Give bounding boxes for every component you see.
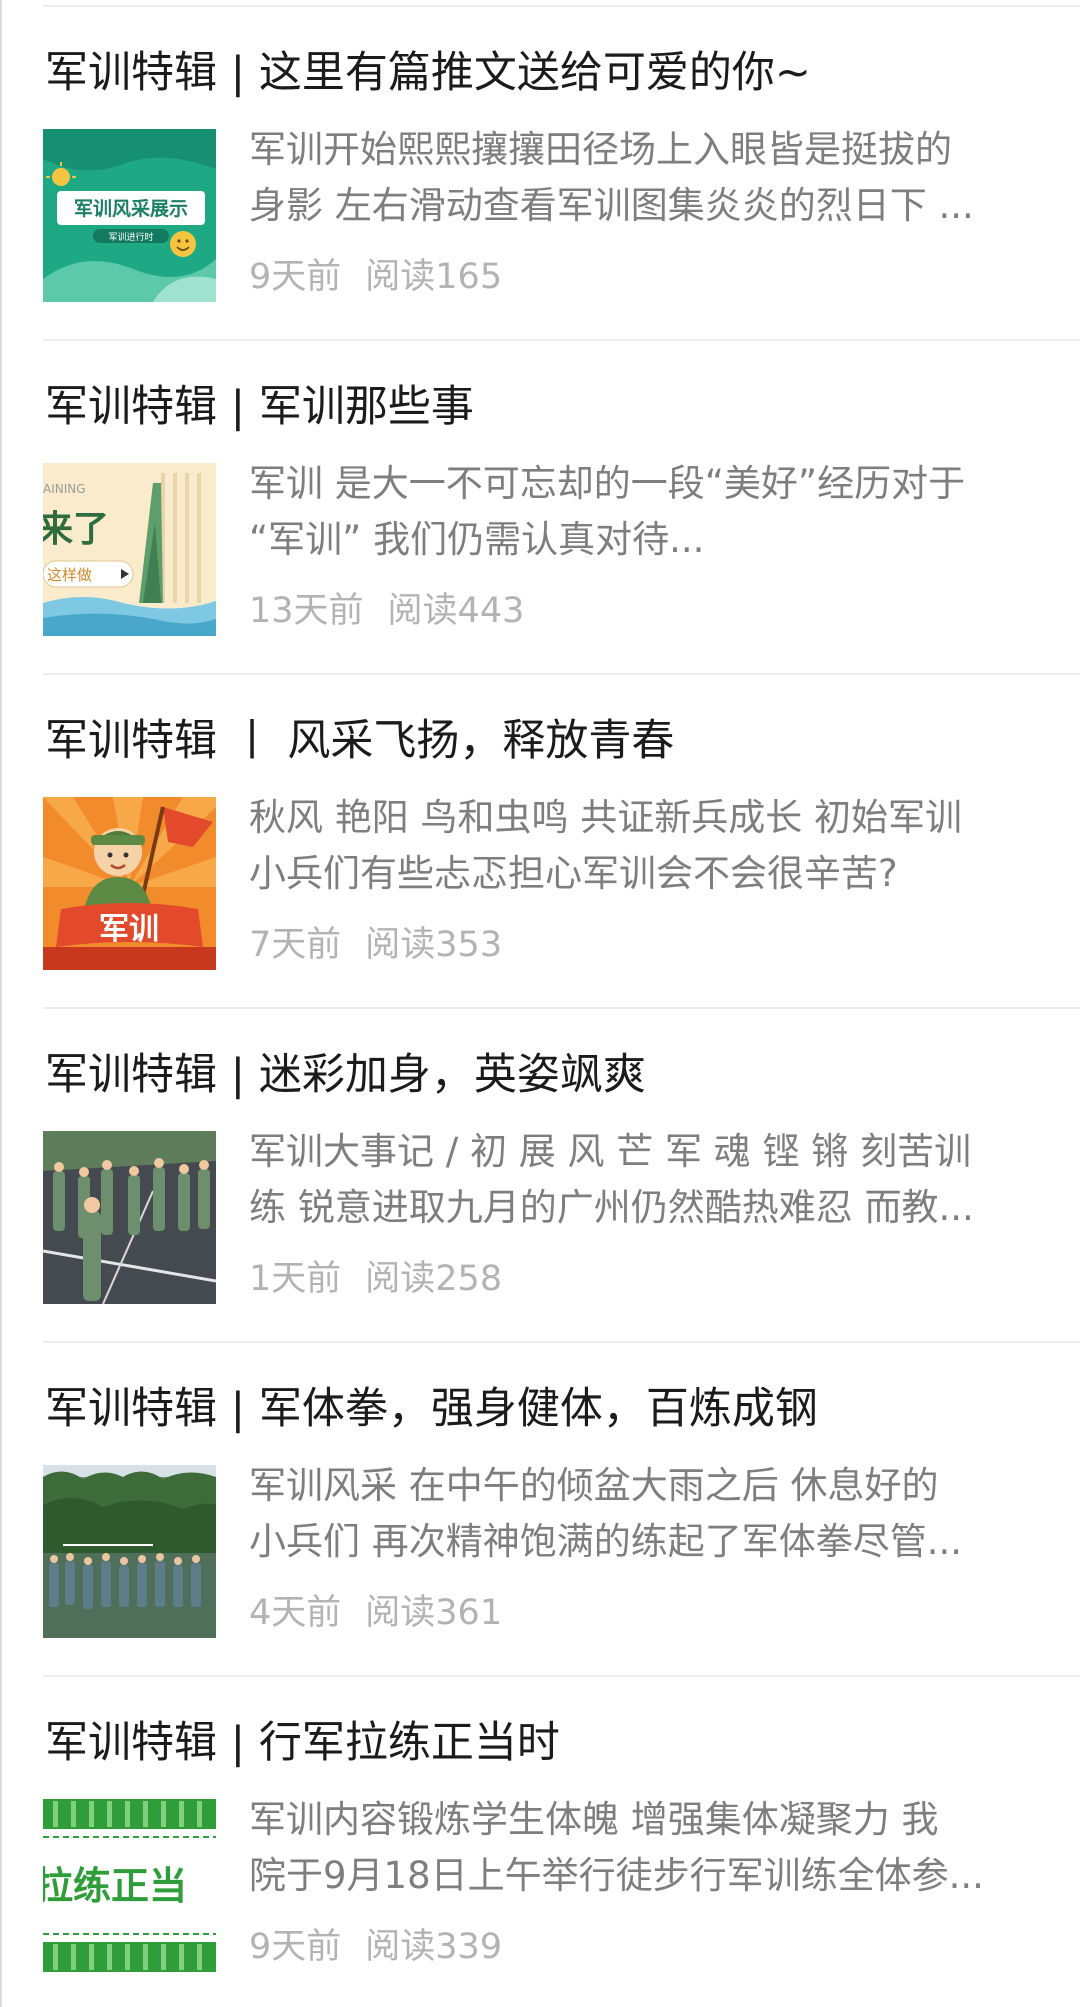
article-thumbnail[interactable]: [43, 1131, 216, 1304]
summary-line: “军训” 我们仍需认真对待...: [249, 518, 705, 561]
article-summary[interactable]: 军训 是大一不可忘却的一段“美好”经历对于 “军训” 我们仍需认真对待...: [249, 456, 1039, 568]
article-list-page: 军训特辑 | 这里有篇推文送给可爱的你~ 军训风采展示 军训进行时 军训开始熙熙…: [0, 0, 1080, 2007]
publish-time: 9天前: [249, 1927, 342, 1967]
publish-time: 9天前: [249, 257, 342, 297]
summary-line: 院于9月18日上午举行徒步行军训练全体参...: [249, 1854, 984, 1897]
publish-time: 7天前: [249, 925, 342, 965]
article-meta: 13天前 阅读443: [249, 588, 524, 634]
article-meta: 7天前 阅读353: [249, 922, 502, 968]
article-title[interactable]: 军训特辑 | 军训那些事: [45, 379, 1045, 435]
article-summary[interactable]: 军训内容锻炼学生体魄 增强集体凝聚力 我 院于9月18日上午举行徒步行军训练全体…: [249, 1792, 1039, 1904]
thumbnail-image: 军训风采展示 军训进行时: [43, 129, 216, 302]
article-meta: 1天前 阅读258: [249, 1256, 502, 1302]
article-item[interactable]: 军训特辑 丨 风采飞扬，释放青春 军训 秋风 艳阳 鸟和虫鸣 共证新兵成长 初始…: [0, 675, 1080, 1009]
article-meta: 9天前 阅读165: [249, 254, 502, 300]
thumbnail-image: 军训: [43, 797, 216, 970]
article-thumbnail[interactable]: 军训风采展示 军训进行时: [43, 129, 216, 302]
thumbnail-image: AINING 来了 这样做: [43, 463, 216, 636]
article-thumbnail[interactable]: 拉练正当: [43, 1799, 216, 1972]
article-meta: 4天前 阅读361: [249, 1590, 502, 1636]
article-summary[interactable]: 军训大事记 / 初 展 风 芒 军 魂 铿 锵 刻苦训 练 锐意进取九月的广州仍…: [249, 1124, 1039, 1236]
read-count: 阅读165: [365, 257, 503, 297]
article-title[interactable]: 军训特辑 | 军体拳，强身健体，百炼成钢: [45, 1381, 1045, 1437]
article-item[interactable]: 军训特辑 | 行军拉练正当时 拉练正当 军训内容锻炼学生体魄 增强集体凝聚力 我…: [0, 1677, 1080, 2007]
summary-line: 身影 左右滑动查看军训图集炎炎的烈日下 ...: [249, 184, 974, 227]
article-item[interactable]: 军训特辑 | 军训那些事 AINING 来了 这样做 军训 是大一不可忘却的一段…: [0, 341, 1080, 675]
article-meta: 9天前 阅读339: [249, 1924, 502, 1970]
summary-line: 军训大事记 / 初 展 风 芒 军 魂 铿 锵 刻苦训: [249, 1130, 972, 1173]
thumb-text: 拉练正当: [43, 1864, 187, 1908]
thumb-text: 军训风采展示: [74, 198, 188, 220]
publish-time: 13天前: [249, 591, 364, 631]
read-count: 阅读258: [365, 1259, 503, 1299]
article-list: 军训特辑 | 这里有篇推文送给可爱的你~ 军训风采展示 军训进行时 军训开始熙熙…: [0, 7, 1080, 2007]
read-count: 阅读361: [365, 1593, 503, 1633]
summary-line: 练 锐意进取九月的广州仍然酷热难忍 而教...: [249, 1186, 974, 1229]
thumb-text: 军训: [99, 912, 159, 947]
publish-time: 1天前: [249, 1259, 342, 1299]
summary-line: 秋风 艳阳 鸟和虫鸣 共证新兵成长 初始军训: [249, 796, 963, 839]
read-count: 阅读353: [365, 925, 503, 965]
read-count: 阅读443: [387, 591, 525, 631]
summary-line: 小兵们有些忐忑担心军训会不会很辛苦?: [249, 852, 898, 895]
summary-line: 军训风采 在中午的倾盆大雨之后 休息好的: [249, 1464, 939, 1507]
publish-time: 4天前: [249, 1593, 342, 1633]
article-title[interactable]: 军训特辑 | 这里有篇推文送给可爱的你~: [45, 45, 1045, 101]
thumb-text: 来了: [43, 509, 109, 550]
summary-line: 小兵们 再次精神饱满的练起了军体拳尽管...: [249, 1520, 963, 1563]
thumbnail-image: [43, 1465, 216, 1638]
article-summary[interactable]: 秋风 艳阳 鸟和虫鸣 共证新兵成长 初始军训 小兵们有些忐忑担心军训会不会很辛苦…: [249, 790, 1039, 902]
summary-line: 军训开始熙熙攘攘田径场上入眼皆是挺拔的: [249, 128, 952, 171]
article-title[interactable]: 军训特辑 | 行军拉练正当时: [45, 1715, 1045, 1771]
article-title[interactable]: 军训特辑 | 迷彩加身，英姿飒爽: [45, 1047, 1045, 1103]
summary-line: 军训 是大一不可忘却的一段“美好”经历对于: [249, 462, 966, 505]
article-summary[interactable]: 军训开始熙熙攘攘田径场上入眼皆是挺拔的 身影 左右滑动查看军训图集炎炎的烈日下 …: [249, 122, 1039, 234]
thumb-text: AINING: [43, 482, 86, 496]
thumbnail-image: [43, 1131, 216, 1304]
article-summary[interactable]: 军训风采 在中午的倾盆大雨之后 休息好的 小兵们 再次精神饱满的练起了军体拳尽管…: [249, 1458, 1039, 1570]
thumb-text: 这样做: [47, 566, 92, 584]
thumb-subtext: 军训进行时: [108, 231, 153, 243]
read-count: 阅读339: [365, 1927, 503, 1967]
thumbnail-image: 拉练正当: [43, 1799, 216, 1972]
article-item[interactable]: 军训特辑 | 军体拳，强身健体，百炼成钢 军训风采 在中午的倾盆大雨之后 休息好…: [0, 1343, 1080, 1677]
article-title[interactable]: 军训特辑 丨 风采飞扬，释放青春: [45, 713, 1045, 769]
article-item[interactable]: 军训特辑 | 这里有篇推文送给可爱的你~ 军训风采展示 军训进行时 军训开始熙熙…: [0, 7, 1080, 341]
article-thumbnail[interactable]: AINING 来了 这样做: [43, 463, 216, 636]
article-thumbnail[interactable]: 军训: [43, 797, 216, 970]
article-item[interactable]: 军训特辑 | 迷彩加身，英姿飒爽 军训大事记 / 初 展 风 芒 军 魂 铿 锵…: [0, 1009, 1080, 1343]
summary-line: 军训内容锻炼学生体魄 增强集体凝聚力 我: [249, 1798, 939, 1841]
article-thumbnail[interactable]: [43, 1465, 216, 1638]
